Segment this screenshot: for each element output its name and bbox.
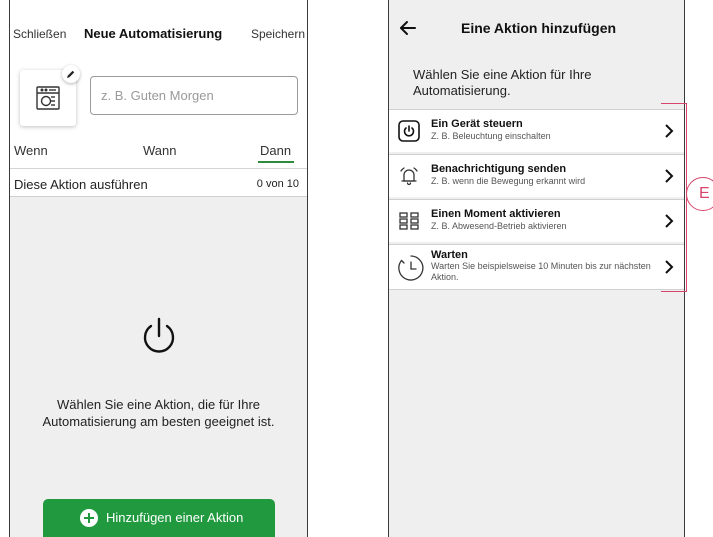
tab-bar: Wenn Wann Dann bbox=[10, 143, 307, 163]
timer-icon bbox=[398, 255, 424, 281]
moment-grid-icon bbox=[399, 212, 419, 230]
page-title: Eine Aktion hinzufügen bbox=[461, 20, 617, 36]
bell-icon bbox=[400, 167, 418, 186]
add-action-button[interactable]: Hinzufügen einer Aktion bbox=[43, 499, 275, 537]
list-item-title: Ein Gerät steuern bbox=[431, 118, 523, 130]
plus-circle-icon bbox=[80, 509, 98, 527]
close-button[interactable]: Schließen bbox=[13, 27, 66, 41]
tab-dann[interactable]: Dann bbox=[260, 143, 291, 158]
annotation-label: E bbox=[699, 185, 710, 202]
list-item-send-notification[interactable]: Benachrichtigung senden Z. B. wenn die B… bbox=[389, 154, 684, 197]
add-action-label: Hinzufügen einer Aktion bbox=[106, 510, 244, 525]
list-item-subtitle: Z. B. Beleuchtung einschalten bbox=[431, 131, 551, 141]
action-section-label: Diese Aktion ausführen bbox=[14, 177, 148, 192]
divider bbox=[389, 289, 684, 290]
list-item-title: Warten bbox=[431, 249, 468, 261]
list-item-title: Benachrichtigung senden bbox=[431, 163, 567, 175]
new-automation-screen: Schließen Neue Automatisierung Speichern… bbox=[9, 0, 308, 537]
action-count: 0 von 10 bbox=[256, 178, 299, 190]
list-item-subtitle: Z. B. Abwesend-Betrieb aktivieren bbox=[431, 221, 567, 231]
pencil-icon bbox=[67, 70, 75, 78]
list-item-subtitle: Warten Sie beispielsweise 10 Minuten bis… bbox=[431, 261, 651, 282]
add-action-screen: Eine Aktion hinzufügen Wählen Sie eine A… bbox=[388, 0, 685, 537]
annotation-callout: E bbox=[686, 177, 713, 211]
intro-text: Wählen Sie eine Aktion für Ihre Automati… bbox=[413, 67, 592, 98]
back-arrow-icon[interactable] bbox=[399, 20, 417, 36]
save-button[interactable]: Speichern bbox=[251, 27, 305, 41]
top-bar: Eine Aktion hinzufügen bbox=[389, 14, 684, 44]
list-item-wait[interactable]: Warten Warten Sie beispielsweise 10 Minu… bbox=[389, 244, 684, 289]
empty-state-text: Wählen Sie eine Aktion, die für Ihre Aut… bbox=[42, 397, 275, 429]
edit-icon-button[interactable] bbox=[62, 65, 80, 83]
automation-name-input[interactable] bbox=[90, 76, 298, 115]
dishwasher-icon bbox=[36, 86, 60, 110]
active-tab-indicator bbox=[258, 161, 294, 163]
list-item-title: Einen Moment aktivieren bbox=[431, 208, 561, 220]
divider bbox=[10, 168, 307, 169]
power-icon bbox=[398, 120, 420, 142]
annotation-bracket bbox=[661, 103, 687, 292]
top-bar: Schließen Neue Automatisierung Speichern bbox=[10, 24, 307, 44]
power-icon bbox=[143, 317, 175, 353]
tab-wann[interactable]: Wann bbox=[143, 143, 176, 158]
list-item-activate-moment[interactable]: Einen Moment aktivieren Z. B. Abwesend-B… bbox=[389, 199, 684, 242]
page-title: Neue Automatisierung bbox=[84, 26, 223, 41]
list-item-subtitle: Z. B. wenn die Bewegung erkannt wird bbox=[431, 176, 586, 186]
list-item-control-device[interactable]: Ein Gerät steuern Z. B. Beleuchtung eins… bbox=[389, 109, 684, 152]
divider bbox=[10, 196, 307, 197]
tab-wenn[interactable]: Wenn bbox=[14, 143, 48, 158]
